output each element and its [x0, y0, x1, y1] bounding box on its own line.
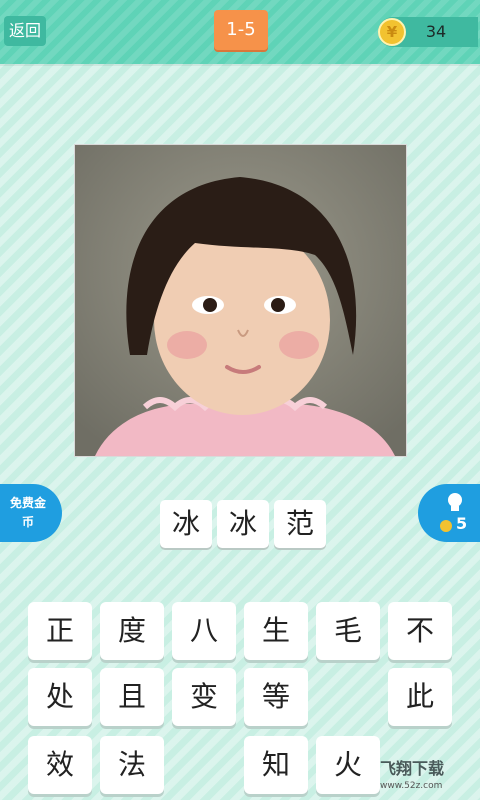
lightbulb-icon	[448, 493, 462, 511]
free-coins-button[interactable]: 免费金币	[0, 484, 62, 542]
coin-balance: ¥ 34	[378, 17, 478, 47]
answer-slot[interactable]: 冰	[160, 500, 212, 548]
char-tile[interactable]: 火	[316, 736, 380, 794]
watermark: 飞翔下载 www.52z.com	[380, 758, 480, 798]
back-button[interactable]: 返回	[4, 16, 46, 46]
coin-count: 34	[425, 22, 447, 41]
level-indicator: 1-5	[214, 10, 268, 50]
puzzle-photo	[74, 144, 407, 457]
char-tile[interactable]: 等	[244, 668, 308, 726]
char-tile[interactable]: 不	[388, 602, 452, 660]
answer-slot[interactable]: 冰	[217, 500, 269, 548]
char-tile[interactable]: 知	[244, 736, 308, 794]
char-tile[interactable]: 生	[244, 602, 308, 660]
char-tile[interactable]: 效	[28, 736, 92, 794]
watermark-brand: 飞翔下载	[380, 759, 445, 778]
coin-icon	[440, 520, 452, 532]
answer-slots: 冰 冰 范	[160, 500, 330, 550]
watermark-url: www.52z.com	[380, 781, 443, 791]
hint-button[interactable]: 5	[418, 484, 480, 542]
char-tile[interactable]: 正	[28, 602, 92, 660]
char-tile[interactable]: 变	[172, 668, 236, 726]
child-portrait-image	[75, 145, 406, 456]
char-tile[interactable]: 八	[172, 602, 236, 660]
char-tile[interactable]: 毛	[316, 602, 380, 660]
char-tile[interactable]: 度	[100, 602, 164, 660]
char-tile[interactable]: 此	[388, 668, 452, 726]
hint-cost: 5	[456, 514, 468, 533]
top-bar: 返回 1-5 ¥ 34	[0, 0, 480, 64]
coin-icon: ¥	[378, 18, 406, 46]
free-coins-label: 免费金币	[10, 496, 47, 529]
char-tile[interactable]: 法	[100, 736, 164, 794]
char-tile[interactable]: 且	[100, 668, 164, 726]
answer-slot[interactable]: 范	[274, 500, 326, 548]
char-tile[interactable]: 处	[28, 668, 92, 726]
